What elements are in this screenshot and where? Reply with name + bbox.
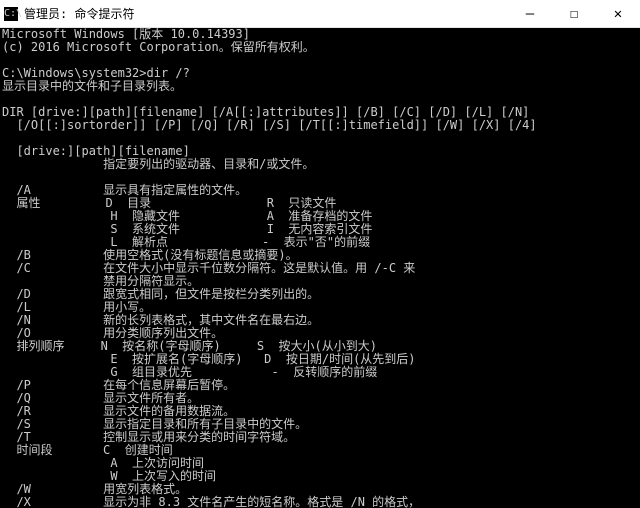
opt-c: 禁用分隔符显示。 bbox=[2, 274, 199, 288]
app-icon: C:\ bbox=[4, 7, 18, 21]
minimize-button[interactable]: — bbox=[508, 0, 552, 27]
opt-b: /B 使用空格式(没有标题信息或摘要)。 bbox=[2, 248, 298, 262]
attr-row: H 隐藏文件 A 准备存档的文件 bbox=[2, 209, 372, 223]
attr-row: 属性 D 目录 R 只读文件 bbox=[2, 196, 336, 210]
copyright-line: (c) 2016 Microsoft Corporation。保留所有权利。 bbox=[2, 40, 315, 54]
opt-l: /L 用小写。 bbox=[2, 300, 151, 314]
opt-x: /X 显示为非 8.3 文件名产生的短名称。格式是 /N 的格式， bbox=[2, 495, 420, 508]
window-title: 管理员: 命令提示符 bbox=[24, 5, 134, 22]
attr-row: L 解析点 - 表示"否"的前缀 bbox=[2, 235, 370, 249]
prompt-line: C:\Windows\system32>dir /? bbox=[2, 66, 190, 80]
time-row: 时间段 C 创建时间 bbox=[2, 443, 173, 457]
opt-p: /P 在每个信息屏幕后暂停。 bbox=[2, 378, 235, 392]
syntax-line: DIR [drive:][path][filename] [/A[[:]attr… bbox=[2, 105, 529, 119]
titlebar-left: C:\ 管理员: 命令提示符 bbox=[4, 5, 134, 22]
opt-c: /C 在文件大小中显示千位数分隔符。这是默认值。用 /-C 来 bbox=[2, 261, 415, 275]
syntax-line: [/O[[:]sortorder]] [/P] [/Q] [/R] [/S] [… bbox=[2, 118, 537, 132]
opt-o: /O 用分类顺序列出文件。 bbox=[2, 326, 223, 340]
window-controls: — ☐ ✕ bbox=[508, 0, 640, 27]
opt-r: /R 显示文件的备用数据流。 bbox=[2, 404, 235, 418]
time-row: W 上次写入的时间 bbox=[2, 469, 216, 483]
attr-row: S 系统文件 I 无内容索引文件 bbox=[2, 222, 372, 236]
opt-d: /D 跟宽式相同，但文件是按栏分类列出的。 bbox=[2, 287, 319, 301]
maximize-button[interactable]: ☐ bbox=[552, 0, 596, 27]
opt-n: /N 新的长列表格式，其中文件名在最右边。 bbox=[2, 313, 319, 327]
sort-row: 排列顺序 N 按名称(字母顺序) S 按大小(从小到大) bbox=[2, 339, 377, 353]
opt-a: /A 显示具有指定属性的文件。 bbox=[2, 183, 247, 197]
time-row: A 上次访问时间 bbox=[2, 456, 204, 470]
sort-row: G 组目录优先 - 反转顺序的前缀 bbox=[2, 365, 377, 379]
window-titlebar: C:\ 管理员: 命令提示符 — ☐ ✕ bbox=[0, 0, 640, 28]
opt-w: /W 用宽列表格式。 bbox=[2, 482, 187, 496]
help-desc: 显示目录中的文件和子目录列表。 bbox=[2, 79, 182, 93]
close-button[interactable]: ✕ bbox=[596, 0, 640, 27]
opt-s: /S 显示指定目录和所有子目录中的文件。 bbox=[2, 417, 307, 431]
sort-row: E 按扩展名(字母顺序) D 按日期/时间(从先到后) bbox=[2, 352, 416, 366]
opt-t: /T 控制显示或用来分类的时间字符域。 bbox=[2, 430, 295, 444]
opt-q: /Q 显示文件所有者。 bbox=[2, 391, 199, 405]
arg-path: [drive:][path][filename] bbox=[2, 144, 190, 158]
terminal-output[interactable]: Microsoft Windows [版本 10.0.14393] (c) 20… bbox=[0, 28, 640, 508]
arg-path-desc: 指定要列出的驱动器、目录和/或文件。 bbox=[2, 157, 314, 171]
